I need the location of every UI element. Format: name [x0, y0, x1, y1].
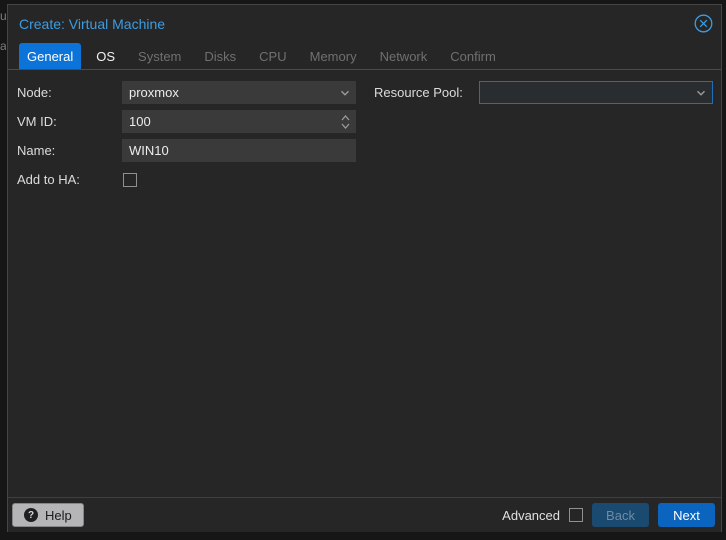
ha-row: Add to HA: [17, 168, 356, 191]
background-page-text-fragment: u [0, 10, 6, 22]
tab-disks: Disks [204, 48, 237, 64]
form-body: Node: proxmox VM ID: 100 Name: WIN10 Add… [8, 70, 721, 497]
question-mark-icon: ? [24, 508, 38, 522]
name-value: WIN10 [129, 143, 169, 158]
advanced-checkbox[interactable] [569, 508, 583, 522]
spinner-up-down-icon[interactable] [340, 114, 351, 130]
pool-row: Resource Pool: [374, 81, 713, 104]
tab-confirm: Confirm [450, 48, 496, 64]
create-vm-dialog: Create: Virtual Machine General OS Syste… [7, 4, 722, 532]
dialog-title: Create: Virtual Machine [19, 16, 166, 32]
help-button[interactable]: ? Help [12, 503, 84, 527]
footer-actions: Advanced Back Next [502, 503, 715, 527]
name-input[interactable]: WIN10 [122, 139, 356, 162]
advanced-label: Advanced [502, 507, 560, 523]
dialog-footer: ? Help Advanced Back Next [8, 497, 721, 532]
node-row: Node: proxmox [17, 81, 356, 104]
vmid-value: 100 [129, 114, 151, 129]
ha-checkbox[interactable] [123, 172, 137, 187]
next-button[interactable]: Next [658, 503, 715, 527]
node-combobox[interactable]: proxmox [122, 81, 356, 104]
form-left-column: Node: proxmox VM ID: 100 Name: WIN10 Add… [17, 81, 356, 197]
node-label: Node: [17, 85, 52, 100]
back-button[interactable]: Back [592, 503, 649, 527]
chevron-down-icon[interactable] [339, 87, 351, 99]
ha-label: Add to HA: [17, 172, 80, 187]
tab-cpu: CPU [259, 48, 287, 64]
page-background: u al Create: Virtual Machine General OS … [0, 0, 726, 540]
vmid-spinner[interactable]: 100 [122, 110, 356, 133]
form-right-column: Resource Pool: [374, 81, 713, 110]
dialog-title-bar: Create: Virtual Machine [8, 5, 721, 43]
tab-network: Network [379, 48, 428, 64]
tab-system: System [138, 48, 182, 64]
name-label: Name: [17, 143, 56, 158]
wizard-tab-bar: General OS System Disks CPU Memory Netwo… [8, 43, 721, 70]
tab-os[interactable]: OS [88, 43, 123, 69]
tab-general[interactable]: General [19, 43, 82, 69]
close-icon[interactable] [694, 14, 713, 33]
pool-label: Resource Pool: [374, 85, 463, 100]
name-row: Name: WIN10 [17, 139, 356, 162]
chevron-down-icon[interactable] [695, 87, 707, 99]
vmid-label: VM ID: [17, 114, 57, 129]
tab-memory: Memory [309, 48, 357, 64]
node-value: proxmox [129, 85, 179, 100]
vmid-row: VM ID: 100 [17, 110, 356, 133]
background-page-text-fragment: al [0, 40, 6, 52]
resource-pool-combobox[interactable] [479, 81, 713, 104]
help-button-label: Help [45, 507, 72, 523]
